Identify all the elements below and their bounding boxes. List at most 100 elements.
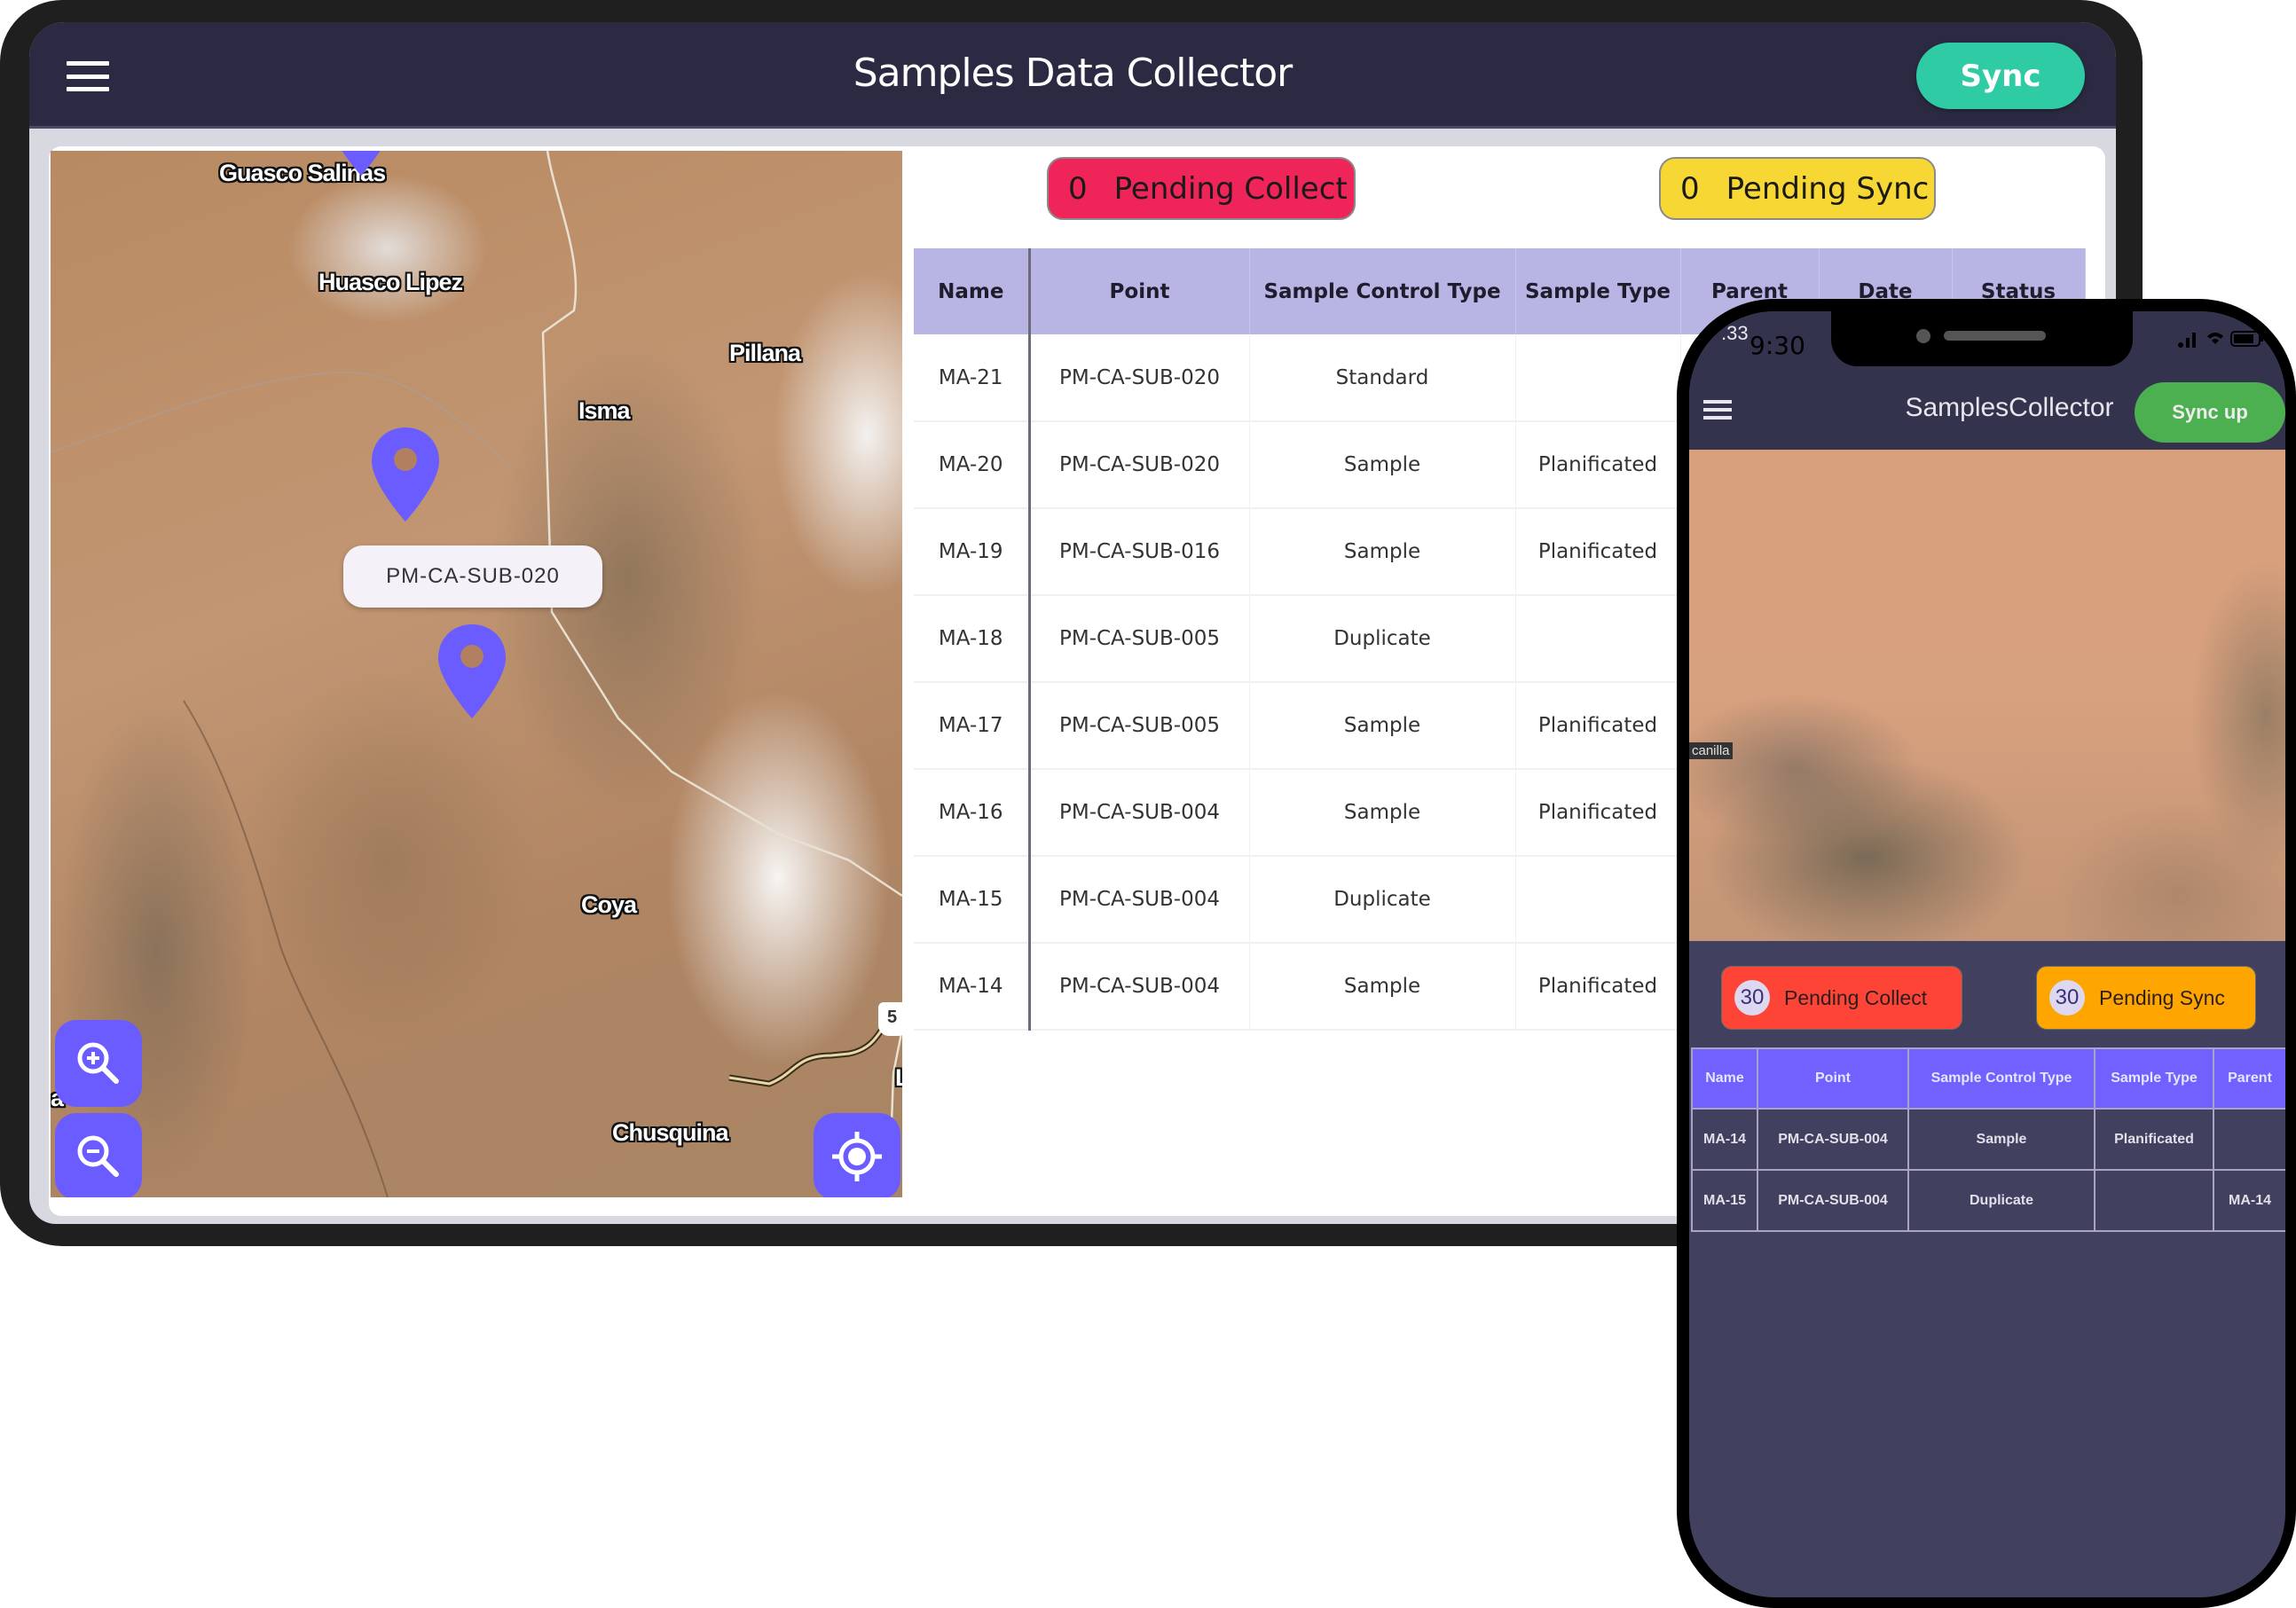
phone-satellite-map[interactable]: canilla — [1689, 450, 2285, 941]
cell-name: MA-14 — [914, 943, 1031, 1031]
cell-control-type: Sample — [1249, 508, 1516, 596]
column-header-sample-type[interactable]: Sample Type — [2094, 1047, 2214, 1110]
cell-name: MA-21 — [914, 334, 1031, 422]
pending-sync-badge[interactable]: 30 Pending Sync — [2036, 966, 2256, 1030]
status-time: 9:30 — [1750, 331, 1805, 360]
phone-samples-table: Name Point Sample Control Type Sample Ty… — [1691, 1047, 2285, 1232]
column-header-sample-type[interactable]: Sample Type — [1515, 248, 1681, 334]
column-header-sample-control-type[interactable]: Sample Control Type — [1907, 1047, 2095, 1110]
map-marker-pin-icon[interactable] — [436, 623, 507, 720]
battery-icon — [2230, 331, 2263, 347]
cell-control-type: Sample — [1249, 943, 1516, 1031]
speaker-icon — [1944, 331, 2046, 341]
cell-point: PM-CA-SUB-005 — [1029, 682, 1250, 770]
signal-icon — [2178, 333, 2196, 348]
cell-control-type: Duplicate — [1249, 595, 1516, 683]
cell-sample-type — [1515, 595, 1681, 683]
column-header-name[interactable]: Name — [1691, 1047, 1758, 1110]
camera-icon — [1916, 329, 1930, 343]
cell-name: MA-14 — [1691, 1108, 1758, 1171]
cell-sample-type — [2094, 1169, 2214, 1232]
cell-point: PM-CA-SUB-004 — [1757, 1108, 1909, 1171]
column-header-sample-control-type[interactable]: Sample Control Type — [1249, 248, 1516, 334]
map-place-label: Isma — [578, 397, 631, 424]
cell-sample-type: Planificated — [1515, 769, 1681, 857]
map-place-label: L — [895, 1064, 902, 1092]
cell-point: PM-CA-SUB-004 — [1029, 856, 1250, 944]
cell-sample-type: Planificated — [1515, 943, 1681, 1031]
cell-sample-type: Planificated — [1515, 421, 1681, 509]
map-place-label: canilla — [1689, 742, 1733, 759]
cell-sample-type: Planificated — [1515, 682, 1681, 770]
my-location-icon — [832, 1132, 882, 1181]
table-row[interactable]: MA-15 PM-CA-SUB-004 Duplicate MA-14 — [1691, 1169, 2285, 1232]
cell-control-type: Duplicate — [1907, 1169, 2095, 1232]
cell-point: PM-CA-SUB-016 — [1029, 508, 1250, 596]
cell-point: PM-CA-SUB-004 — [1029, 943, 1250, 1031]
cell-point: PM-CA-SUB-005 — [1029, 595, 1250, 683]
map-place-label: Coya — [581, 891, 637, 918]
pending-sync-badge[interactable]: 0 Pending Sync — [1659, 157, 1936, 220]
zoom-out-button[interactable] — [55, 1113, 142, 1197]
pending-sync-label: Pending Sync — [2099, 985, 2225, 1009]
app-bar: Samples Data Collector Sync — [29, 22, 2116, 129]
cell-point: PM-CA-SUB-020 — [1029, 421, 1250, 509]
cell-name: MA-19 — [914, 508, 1031, 596]
pending-collect-badge[interactable]: 30 Pending Collect — [1721, 966, 1962, 1030]
cell-point: PM-CA-SUB-004 — [1029, 769, 1250, 857]
phone-app-bar: SamplesCollector Sync up — [1689, 373, 2285, 450]
table-row[interactable]: MA-14 PM-CA-SUB-004 Sample Planificated — [1691, 1108, 2285, 1171]
cell-name: MA-20 — [914, 421, 1031, 509]
satellite-map[interactable]: Guasco Salinas Huasco Lipez Pillana Isma… — [51, 151, 902, 1197]
cell-sample-type: Planificated — [2094, 1108, 2214, 1171]
pending-collect-count: 30 — [1734, 980, 1770, 1016]
cell-parent — [2213, 1108, 2285, 1171]
marker-popup[interactable]: PM-CA-SUB-020 — [343, 545, 602, 608]
cell-sample-type: Planificated — [1515, 508, 1681, 596]
cell-name: MA-15 — [1691, 1169, 1758, 1232]
map-place-label: Chusquina — [612, 1119, 728, 1146]
cell-parent: MA-14 — [2213, 1169, 2285, 1232]
phone-screen: .33 9:30 SamplesCollector Sync up canill… — [1689, 311, 2285, 1597]
app-title: Samples Data Collector — [853, 51, 1293, 96]
cell-sample-type — [1515, 856, 1681, 944]
column-header-name[interactable]: Name — [914, 248, 1031, 334]
pending-collect-badge[interactable]: 0 Pending Collect — [1047, 157, 1356, 220]
pending-collect-label: Pending Collect — [1784, 985, 1928, 1009]
zoom-in-icon — [77, 1042, 119, 1084]
cell-control-type: Duplicate — [1249, 856, 1516, 944]
zoom-out-icon — [77, 1135, 119, 1177]
zoom-in-button[interactable] — [55, 1020, 142, 1107]
column-header-point[interactable]: Point — [1029, 248, 1250, 334]
status-bar: .33 9:30 — [1689, 311, 2285, 373]
phone-device-frame: .33 9:30 SamplesCollector Sync up canill… — [1677, 299, 2296, 1608]
cell-control-type: Standard — [1249, 334, 1516, 422]
cell-name: MA-17 — [914, 682, 1031, 770]
wifi-icon — [2207, 333, 2223, 344]
cell-control-type: Sample — [1249, 769, 1516, 857]
cell-control-type: Sample — [1249, 421, 1516, 509]
status-time-ghost: .33 — [1721, 322, 1749, 344]
pending-sync-count: 30 — [2049, 980, 2085, 1016]
cell-name: MA-16 — [914, 769, 1031, 857]
cell-name: MA-15 — [914, 856, 1031, 944]
map-place-label: Huasco Lipez — [318, 269, 463, 295]
cell-name: MA-18 — [914, 595, 1031, 683]
map-place-label: Pillana — [729, 340, 801, 366]
status-icons — [2177, 329, 2264, 349]
pending-collect-count: 0 — [1068, 170, 1088, 207]
map-marker-pin-icon[interactable] — [326, 151, 397, 177]
column-header-point[interactable]: Point — [1757, 1047, 1909, 1110]
cell-point: PM-CA-SUB-020 — [1029, 334, 1250, 422]
phone-notch — [1831, 311, 2133, 366]
sync-up-button[interactable]: Sync up — [2135, 382, 2285, 443]
sync-button[interactable]: Sync — [1916, 43, 2085, 109]
map-marker-pin-icon[interactable] — [370, 426, 441, 523]
my-location-button[interactable] — [814, 1113, 900, 1197]
pending-sync-label: Pending Sync — [1726, 170, 1930, 207]
pending-sync-count: 0 — [1680, 170, 1700, 207]
cell-control-type: Sample — [1907, 1108, 2095, 1171]
cell-sample-type — [1515, 334, 1681, 422]
highway-shield: 5 — [878, 1002, 902, 1036]
column-header-parent[interactable]: Parent — [2213, 1047, 2285, 1110]
